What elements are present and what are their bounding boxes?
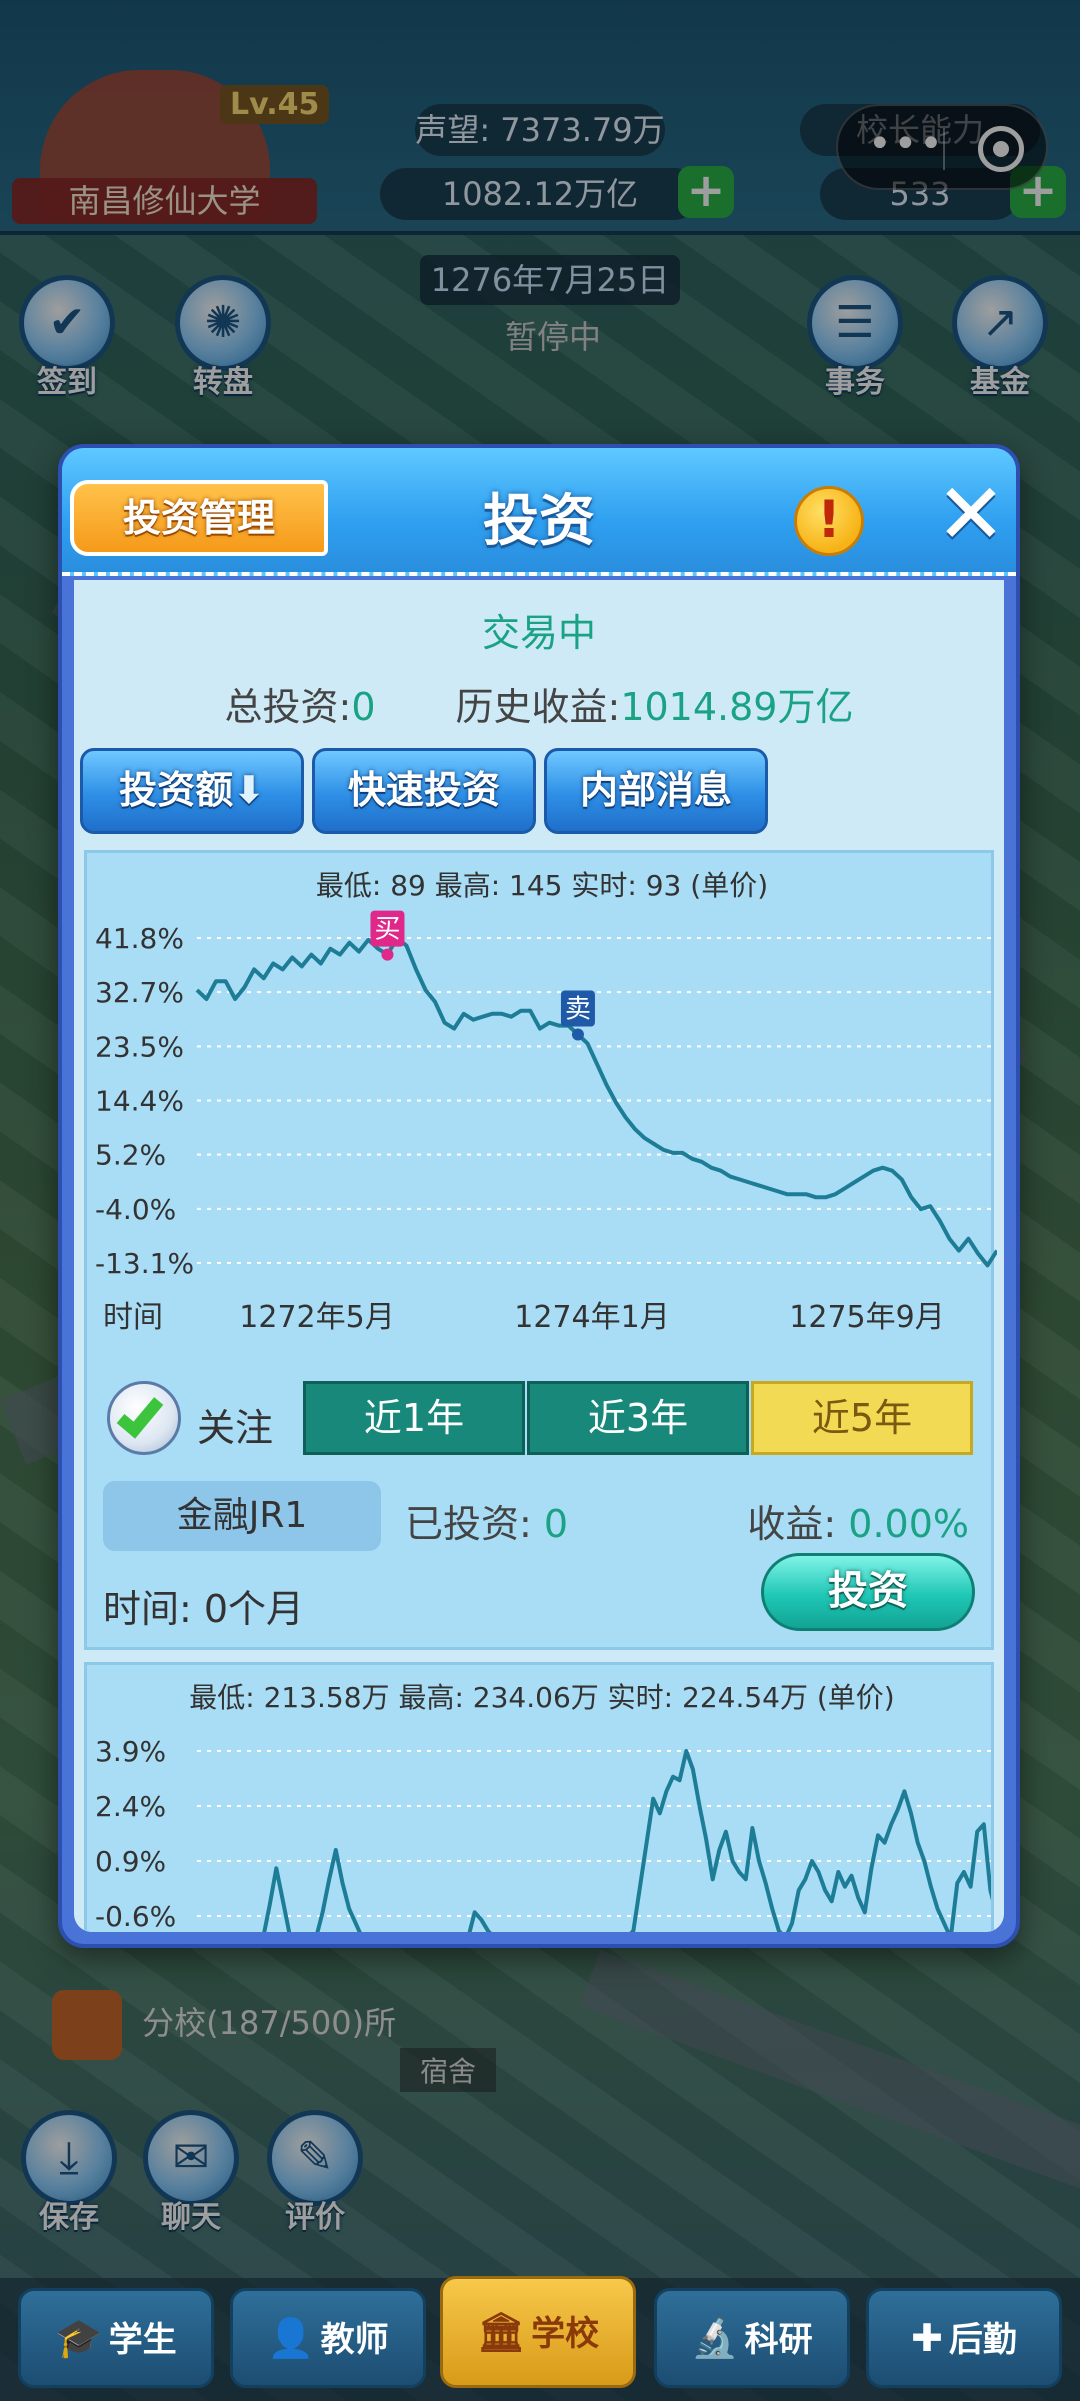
tab-logistics[interactable]: ✚ 后勤	[866, 2288, 1062, 2388]
tab-school[interactable]: 🏛 学校	[440, 2276, 636, 2388]
price-chart: 最低: 89 最高: 145 实时: 93 (单价) 41.8% 32.7% 23.5…	[95, 869, 997, 1333]
invested-info: 已投资: 0	[405, 1502, 569, 1546]
y-tick-label: -4.0%	[95, 1193, 176, 1226]
chart-stats: 最低: 213.58万 最高: 234.06万 实时: 224.54万 (单价)	[189, 1681, 894, 1714]
second-price-chart-panel: 最低: 213.58万 最高: 234.06万 实时: 224.54万 (单价)…	[84, 1662, 994, 1932]
x-tick-label: 1275年9月	[789, 1300, 944, 1333]
person-icon: 👤	[267, 2316, 315, 2360]
tab-research[interactable]: 🔬 科研	[654, 2288, 850, 2388]
total-investment-value: 0	[351, 685, 376, 729]
y-tick-label: 14.4%	[95, 1085, 184, 1118]
y-tick-label: 2.4%	[95, 1790, 166, 1823]
close-icon[interactable]: ✕	[932, 472, 1010, 556]
modal-title: 投资	[483, 489, 595, 554]
y-tick-label: 41.8%	[95, 922, 184, 955]
investment-amount-button[interactable]: 投资额⬇	[80, 748, 304, 834]
trade-marker-dot	[381, 948, 394, 961]
y-tick-label: -13.1%	[95, 1247, 194, 1280]
chart-stats: 最低: 89 最高: 145 实时: 93 (单价)	[316, 869, 768, 902]
y-tick-label: 32.7%	[95, 976, 184, 1009]
info-icon[interactable]: !	[794, 486, 864, 556]
trade-marker-label: 买	[374, 915, 400, 945]
y-tick-label: 5.2%	[95, 1139, 166, 1172]
first-aid-icon: ✚	[911, 2316, 943, 2360]
building-icon: 🏛	[476, 2310, 526, 2354]
x-tick-label: 1272年5月	[239, 1300, 394, 1333]
history-profit-label: 历史收益:	[455, 685, 621, 729]
investment-totals: 总投资:0 历史收益:1014.89万亿	[74, 676, 1004, 731]
y-tick-label: 3.9%	[95, 1735, 166, 1768]
follow-label: 关注	[197, 1406, 274, 1450]
trade-marker-dot	[571, 1028, 584, 1041]
price-line	[262, 1749, 991, 1932]
modal-header: 投资管理 投资 ! ✕	[62, 448, 1016, 576]
price-line	[195, 936, 997, 1268]
investment-duration: 时间: 0个月	[103, 1587, 305, 1631]
x-tick-label: 1274年1月	[514, 1300, 669, 1333]
total-investment-label: 总投资:	[224, 685, 352, 729]
history-profit-value: 1014.89万亿	[620, 685, 854, 729]
trade-status: 交易中	[481, 611, 596, 655]
price-chart-panel: 最低: 89 最高: 145 实时: 93 (单价) 41.8% 32.7% 23.5…	[84, 850, 997, 1650]
x-axis-label: 时间	[103, 1300, 163, 1333]
asset-name[interactable]: 金融JR1	[103, 1481, 381, 1551]
range-1y-button[interactable]: 近1年	[303, 1381, 525, 1455]
y-tick-label: -0.6%	[95, 1900, 176, 1932]
investment-modal: 投资管理 投资 ! ✕ 交易中 总投资:0 历史收益:1014.89万亿 投资额⬇…	[58, 444, 1020, 1948]
tab-students[interactable]: 🎓 学生	[18, 2288, 214, 2388]
graduation-cap-icon: 🎓	[55, 2316, 103, 2360]
invest-button[interactable]: 投资	[761, 1553, 975, 1631]
microscope-icon: 🔬	[691, 2316, 739, 2360]
second-price-chart: 最低: 213.58万 最高: 234.06万 实时: 224.54万 (单价)…	[95, 1681, 991, 1932]
tab-teachers[interactable]: 👤 教师	[230, 2288, 426, 2388]
y-tick-label: 0.9%	[95, 1845, 166, 1878]
trade-marker-label: 卖	[565, 994, 591, 1024]
check-icon	[116, 1389, 164, 1439]
profit-info: 收益: 0.00%	[747, 1502, 969, 1546]
insider-info-button[interactable]: 内部消息	[544, 748, 768, 834]
modal-body: 交易中 总投资:0 历史收益:1014.89万亿 投资额⬇ 快速投资 内部消息 最…	[74, 580, 1004, 1932]
follow-checkbox[interactable]	[107, 1381, 181, 1455]
y-tick-label: 23.5%	[95, 1030, 184, 1063]
arrow-down-icon: ⬇	[233, 768, 265, 812]
quick-invest-button[interactable]: 快速投资	[312, 748, 536, 834]
range-5y-button[interactable]: 近5年	[751, 1381, 973, 1455]
range-3y-button[interactable]: 近3年	[527, 1381, 749, 1455]
